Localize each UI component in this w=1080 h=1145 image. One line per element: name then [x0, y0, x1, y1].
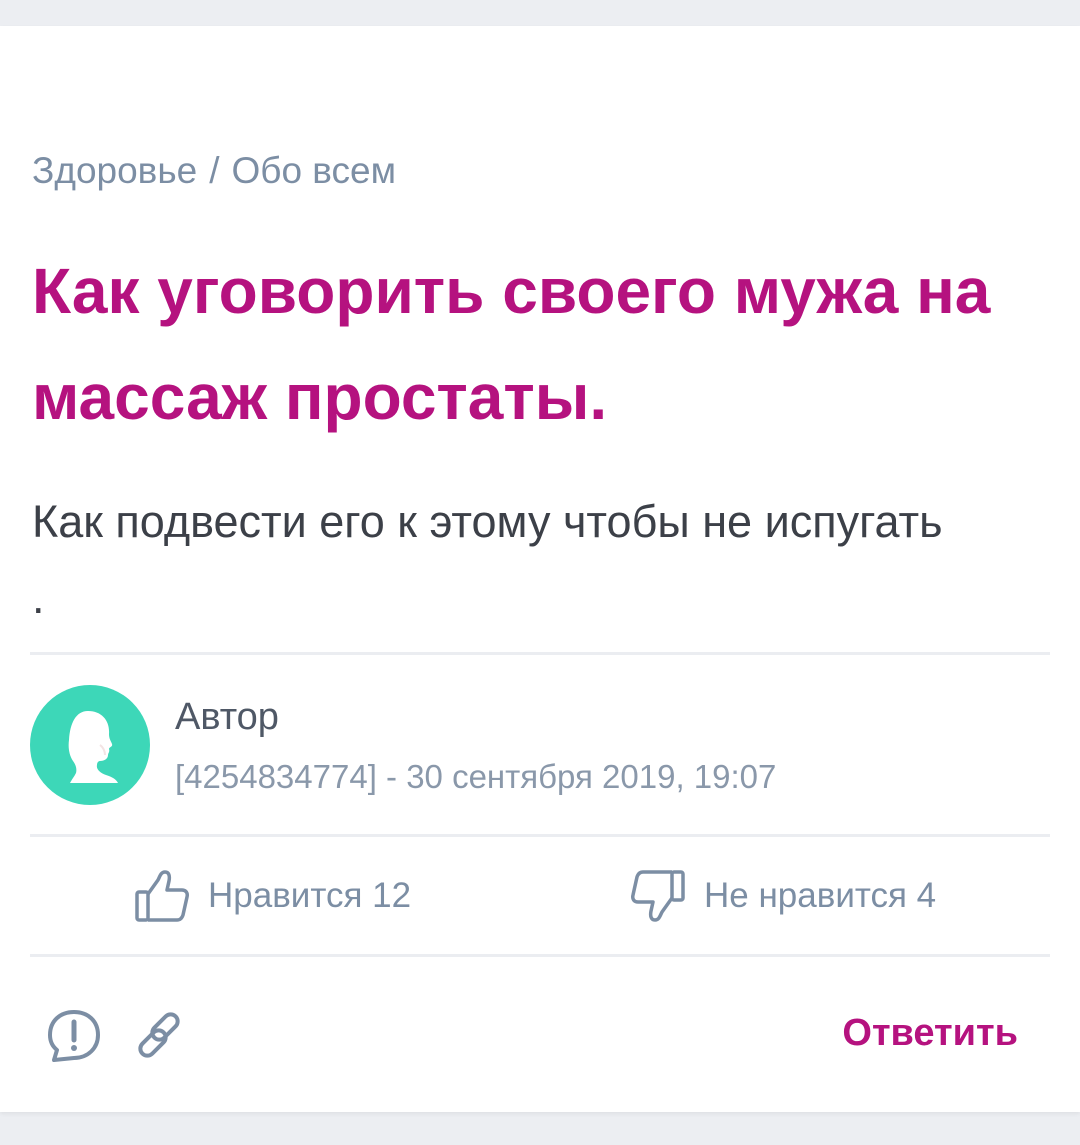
like-button[interactable]: Нравится 12 [134, 866, 411, 926]
report-button[interactable] [44, 1006, 104, 1066]
divider [30, 954, 1050, 957]
post-body: Как подвести его к этому чтобы не испуга… [32, 496, 943, 623]
exclamation-bubble-icon [48, 1010, 100, 1062]
user-silhouette-icon [68, 711, 118, 783]
divider [30, 834, 1050, 837]
divider [30, 652, 1050, 655]
reply-button[interactable]: Ответить [842, 1012, 1018, 1055]
breadcrumb: Здоровье / Обо всем [32, 150, 396, 192]
breadcrumb-category-link[interactable]: Здоровье [32, 150, 197, 191]
dislike-label: Не нравится 4 [704, 876, 937, 915]
breadcrumb-subcategory-link[interactable]: Обо всем [231, 150, 396, 191]
thumbs-down-icon [631, 870, 685, 922]
dislike-button[interactable]: Не нравится 4 [630, 866, 936, 926]
thumbs-up-icon [135, 870, 189, 922]
breadcrumb-separator: / [209, 150, 220, 191]
copy-link-button[interactable] [132, 1006, 192, 1066]
post-title: Как уговорить своего мужа на массаж прос… [32, 255, 991, 433]
author-meta: [4254834774] - 30 сентября 2019, 19:07 [175, 758, 777, 795]
avatar[interactable] [30, 685, 150, 805]
like-label: Нравится 12 [208, 876, 412, 915]
post-card: Здоровье / Обо всем Как уговорить своего м… [0, 26, 1080, 1112]
chain-link-icon [138, 1012, 180, 1058]
author-name[interactable]: Автор [175, 696, 279, 739]
